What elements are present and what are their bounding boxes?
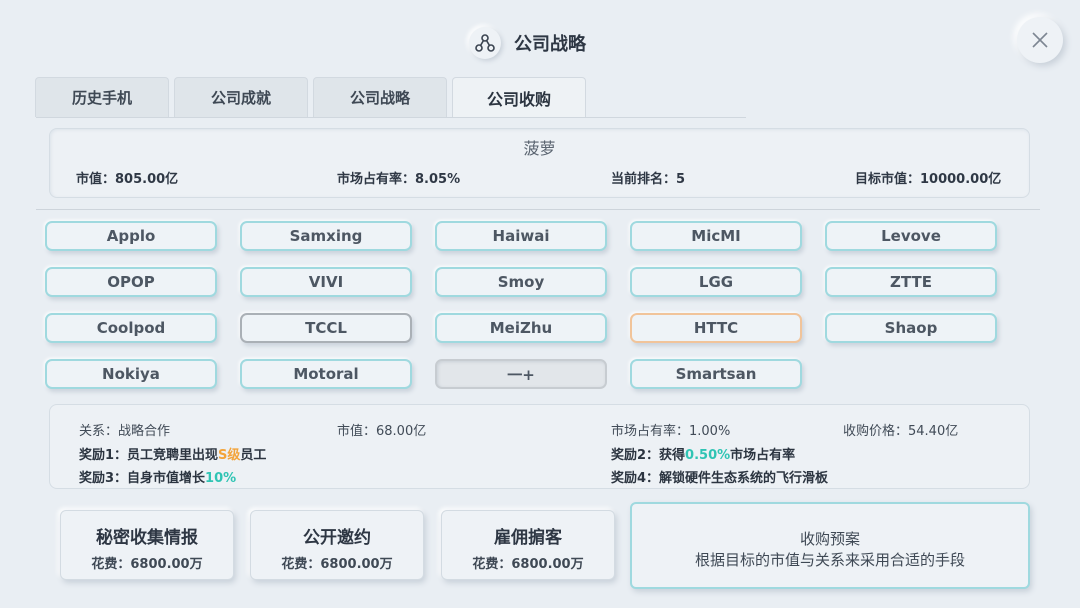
reward-3-highlight: 10%	[205, 471, 237, 486]
tab-acquisition[interactable]: 公司收购	[452, 77, 586, 117]
action-cost: 花费：6800.00万	[281, 557, 393, 572]
company-button[interactable]: TCCL	[240, 313, 412, 343]
strategy-nodes-icon	[469, 27, 501, 59]
company-button[interactable]: Smoy	[435, 267, 607, 297]
acquisition-detail-card: 关系：战略合作 市值：68.00亿 市场占有率：1.00% 收购价格：54.40…	[49, 404, 1030, 489]
public-invite-button[interactable]: 公开邀约 花费：6800.00万	[250, 510, 424, 580]
company-button[interactable]: Applo	[45, 221, 217, 251]
company-button[interactable]: MeiZhu	[435, 313, 607, 343]
action-title: 公开邀约	[303, 528, 371, 548]
company-button[interactable]: VIVI	[240, 267, 412, 297]
company-button[interactable]: LGG	[630, 267, 802, 297]
company-button[interactable]: MicMI	[630, 221, 802, 251]
close-icon	[1032, 32, 1048, 48]
market-value: 市值：805.00亿	[76, 172, 179, 187]
market-share: 市场占有率：8.05%	[337, 172, 461, 187]
target-market-value: 市值：68.00亿	[337, 424, 427, 439]
action-title: 秘密收集情报	[96, 528, 198, 548]
company-button[interactable]: Smartsan	[630, 359, 802, 389]
reward-3: 奖励3：自身市值增长10%	[79, 471, 237, 486]
acquisition-price: 收购价格：54.40亿	[843, 424, 959, 439]
company-name: 菠萝	[523, 139, 556, 158]
action-title: 雇佣掮客	[494, 528, 562, 548]
company-button[interactable]: Motoral	[240, 359, 412, 389]
divider	[36, 209, 1040, 210]
company-button[interactable]: Nokiya	[45, 359, 217, 389]
company-button[interactable]: Samxing	[240, 221, 412, 251]
plan-title: 收购预案	[799, 530, 860, 548]
action-cost: 花费：6800.00万	[91, 557, 203, 572]
company-button[interactable]: HTTC	[630, 313, 802, 343]
hire-broker-button[interactable]: 雇佣掮客 花费：6800.00万	[441, 510, 615, 580]
tab-strategy[interactable]: 公司战略	[313, 77, 447, 117]
company-button[interactable]: Shaop	[825, 313, 997, 343]
company-button[interactable]: Levove	[825, 221, 997, 251]
target-market-value: 目标市值：10000.00亿	[855, 172, 1002, 187]
current-rank: 当前排名：5	[611, 172, 686, 187]
reward-1: 奖励1：员工竞聘里出现S级员工	[79, 448, 267, 463]
company-info-card: 菠萝 市值：805.00亿 市场占有率：8.05% 当前排名：5 目标市值：10…	[49, 128, 1030, 198]
company-button[interactable]: 一+	[435, 359, 607, 389]
reward-1-highlight: S级	[218, 448, 241, 463]
company-button[interactable]: Coolpod	[45, 313, 217, 343]
action-cost: 花费：6800.00万	[472, 557, 584, 572]
close-button[interactable]	[1017, 17, 1063, 63]
plan-subtitle: 根据目标的市值与关系来采用合适的手段	[694, 551, 965, 569]
reward-4: 奖励4：解锁硬件生态系统的飞行滑板	[611, 471, 829, 486]
tab-achievements[interactable]: 公司成就	[174, 77, 308, 117]
company-button[interactable]: Haiwai	[435, 221, 607, 251]
page-title: 公司战略	[514, 34, 586, 55]
tab-divider	[36, 117, 746, 118]
secret-intel-button[interactable]: 秘密收集情报 花费：6800.00万	[60, 510, 234, 580]
acquisition-plan-button[interactable]: 收购预案 根据目标的市值与关系来采用合适的手段	[630, 502, 1030, 589]
target-market-share: 市场占有率：1.00%	[611, 424, 731, 439]
reward-2: 奖励2：获得0.50%市场占有率	[611, 448, 796, 463]
company-button[interactable]: ZTTE	[825, 267, 997, 297]
relation: 关系：战略合作	[79, 424, 171, 439]
company-button[interactable]: OPOP	[45, 267, 217, 297]
tab-history-phones[interactable]: 历史手机	[35, 77, 169, 117]
reward-2-highlight: 0.50%	[685, 448, 731, 463]
